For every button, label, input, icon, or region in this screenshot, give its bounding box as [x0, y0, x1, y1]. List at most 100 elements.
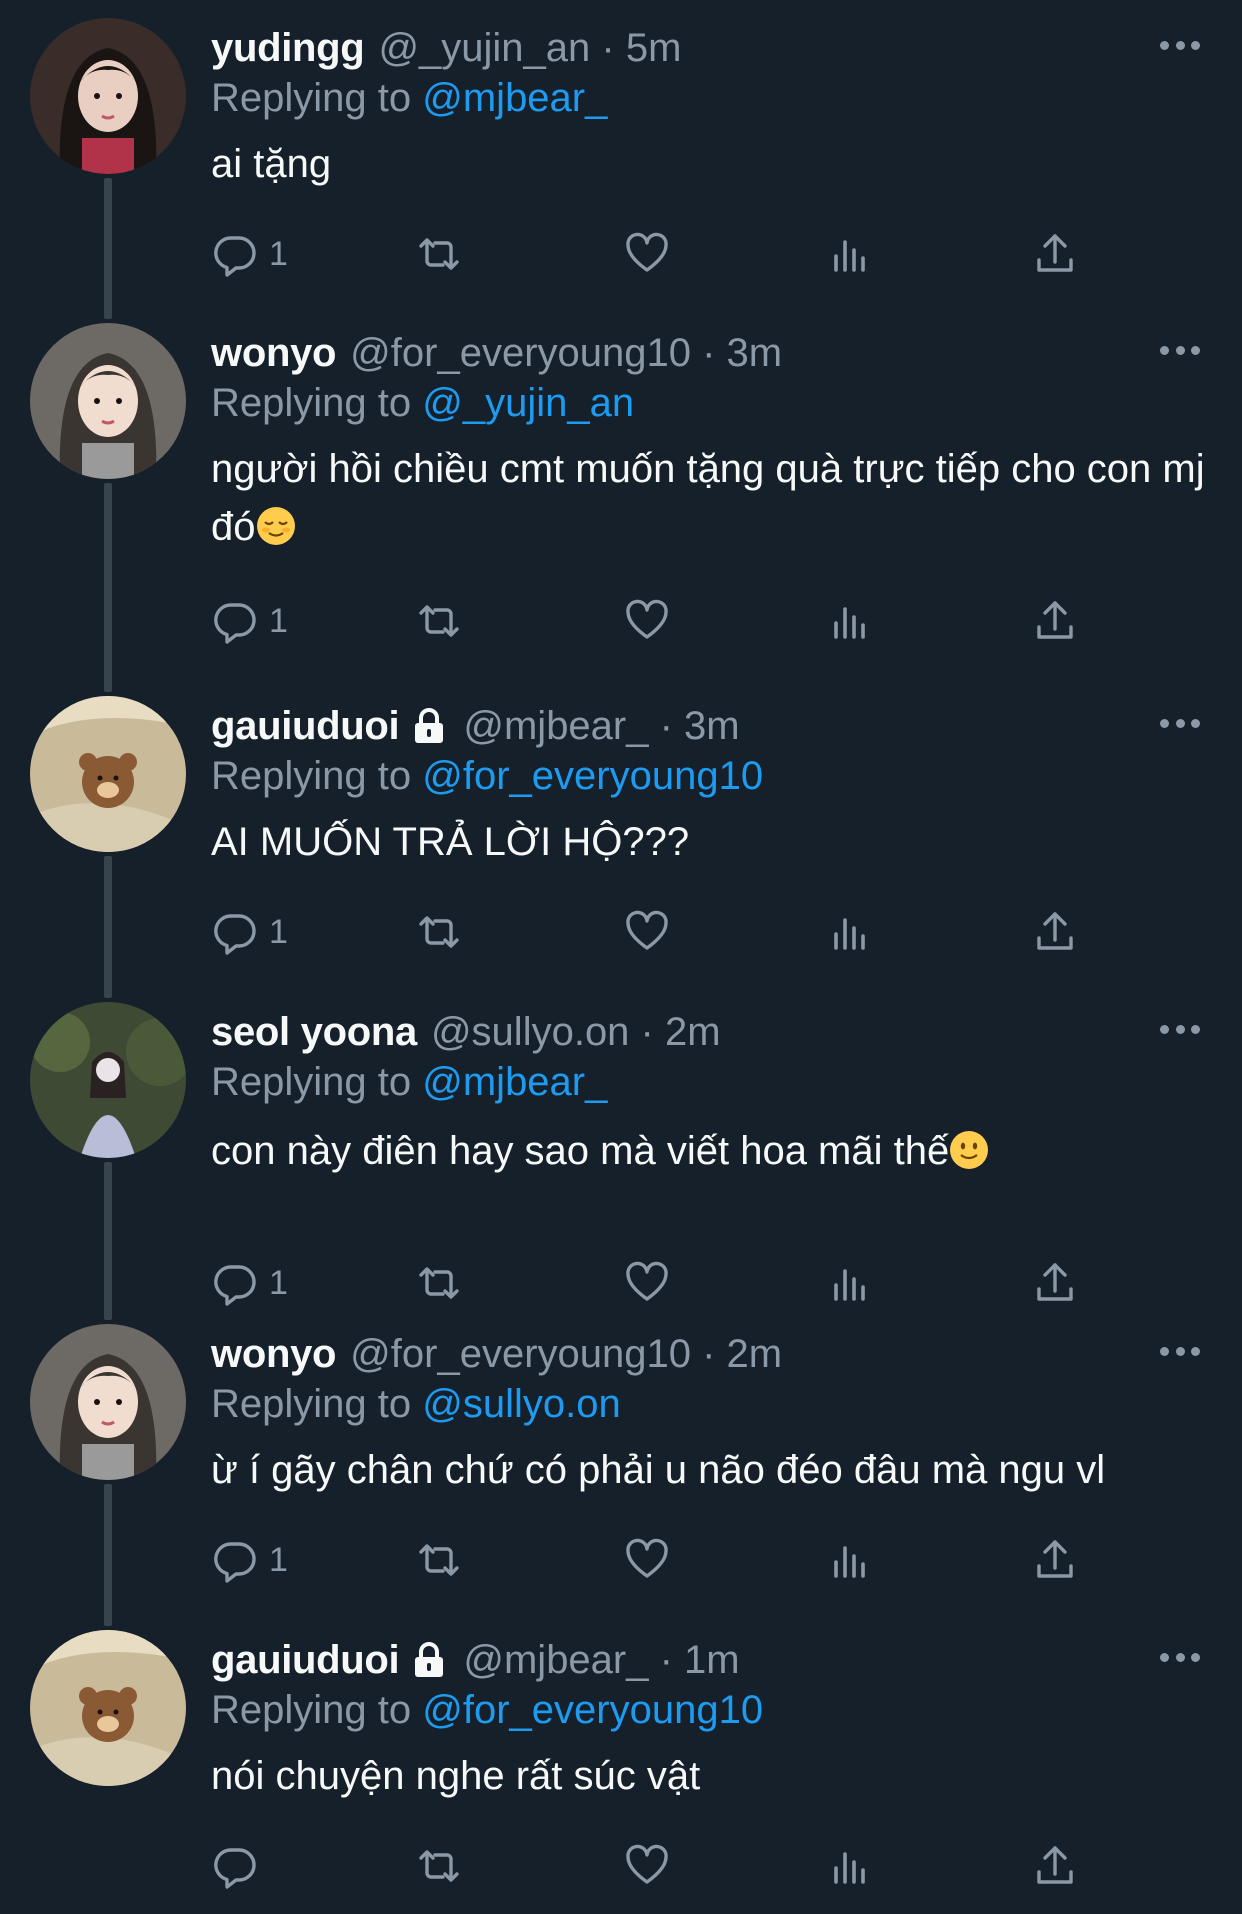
- tweet-actions: 1: [211, 904, 1111, 960]
- tweet-header: gauiuduoi @mjbear_ · 3m: [211, 700, 740, 752]
- share-button[interactable]: [1031, 1532, 1079, 1588]
- share-icon: [1031, 597, 1079, 645]
- thread-connector-line: [104, 178, 112, 319]
- views-button[interactable]: [827, 1255, 875, 1311]
- avatar[interactable]: [30, 1324, 186, 1480]
- retweet-button[interactable]: [415, 1532, 463, 1588]
- replying-to: Replying to @mjbear_: [211, 72, 607, 124]
- like-button[interactable]: [623, 1255, 671, 1311]
- display-name[interactable]: gauiuduoi: [211, 1634, 400, 1686]
- like-button[interactable]: [623, 593, 671, 649]
- mention-link[interactable]: @for_everyoung10: [422, 754, 763, 798]
- avatar[interactable]: [30, 1002, 186, 1158]
- display-name[interactable]: wonyo: [211, 1328, 336, 1380]
- avatar[interactable]: [30, 323, 186, 479]
- tweet[interactable]: wonyo @for_everyoung10 · 3m Replying to @_…: [0, 305, 1242, 692]
- share-button[interactable]: [1031, 1838, 1079, 1894]
- views-button[interactable]: [827, 904, 875, 960]
- lock-icon: [409, 1640, 449, 1680]
- reply-count: 1: [269, 1263, 288, 1302]
- tweet[interactable]: yudingg @_yujin_an · 5m Replying to @mjbea…: [0, 0, 1242, 319]
- share-icon: [1031, 1536, 1079, 1584]
- avatar[interactable]: [30, 18, 186, 174]
- retweet-button[interactable]: [415, 904, 463, 960]
- replying-to-label: Replying to: [211, 76, 412, 120]
- more-dots-icon[interactable]: [1160, 343, 1200, 357]
- reply-thread: yudingg @_yujin_an · 5m Replying to @mjbea…: [0, 0, 1242, 1914]
- handle-and-time[interactable]: @for_everyoung10 · 3m: [350, 327, 782, 379]
- tweet-header: wonyo @for_everyoung10 · 3m: [211, 327, 782, 379]
- more-dots-icon[interactable]: [1160, 1344, 1200, 1358]
- reply-bubble-icon: [211, 1842, 259, 1890]
- mention-link[interactable]: @mjbear_: [422, 1060, 607, 1104]
- more-dots-icon[interactable]: [1160, 1022, 1200, 1036]
- handle-and-time[interactable]: @mjbear_ · 1m: [463, 1634, 739, 1686]
- mention-link[interactable]: @_yujin_an: [422, 381, 634, 425]
- reply-bubble-icon: [211, 597, 259, 645]
- tweet[interactable]: wonyo @for_everyoung10 · 2m Replying to @s…: [0, 1306, 1242, 1626]
- more-dots-icon[interactable]: [1160, 716, 1200, 730]
- handle-and-time[interactable]: @sullyo.on · 2m: [431, 1006, 721, 1058]
- share-button[interactable]: [1031, 904, 1079, 960]
- replying-to: Replying to @sullyo.on: [211, 1378, 621, 1430]
- heart-icon: [623, 908, 671, 956]
- replying-to: Replying to @mjbear_: [211, 1056, 607, 1108]
- retweet-icon: [415, 1259, 463, 1307]
- handle-and-time[interactable]: @mjbear_ · 3m: [463, 700, 739, 752]
- share-button[interactable]: [1031, 1255, 1079, 1311]
- replying-to: Replying to @for_everyoung10: [211, 1684, 763, 1736]
- thread-connector-line: [104, 483, 112, 692]
- like-button[interactable]: [623, 1532, 671, 1588]
- tweet-text: con này điên hay sao mà viết hoa mãi thế: [211, 1122, 1211, 1180]
- tweet-text: AI MUỐN TRẢ LỜI HỘ???: [211, 813, 1211, 871]
- like-button[interactable]: [623, 226, 671, 282]
- thread-connector-line: [104, 1162, 112, 1320]
- thread-connector-line: [104, 856, 112, 998]
- views-chart-icon: [827, 908, 875, 956]
- tweet[interactable]: gauiuduoi @mjbear_ · 1m Replying to @for_…: [0, 1612, 1242, 1914]
- replying-to-label: Replying to: [211, 1382, 412, 1426]
- display-name[interactable]: gauiuduoi: [211, 700, 400, 752]
- share-icon: [1031, 908, 1079, 956]
- reply-button[interactable]: [211, 1838, 269, 1894]
- avatar[interactable]: [30, 696, 186, 852]
- heart-icon: [623, 1536, 671, 1584]
- retweet-button[interactable]: [415, 226, 463, 282]
- slightly-smiling-face-emoji: [949, 1130, 989, 1170]
- handle-and-time[interactable]: @_yujin_an · 5m: [378, 22, 681, 74]
- views-button[interactable]: [827, 593, 875, 649]
- tweet[interactable]: gauiuduoi @mjbear_ · 3m Replying to @for_…: [0, 678, 1242, 998]
- retweet-button[interactable]: [415, 593, 463, 649]
- reply-button[interactable]: 1: [211, 593, 288, 649]
- tweet[interactable]: seol yoona @sullyo.on · 2m Replying to @mj…: [0, 984, 1242, 1320]
- reply-bubble-icon: [211, 1536, 259, 1584]
- reply-button[interactable]: 1: [211, 1255, 288, 1311]
- display-name[interactable]: seol yoona: [211, 1006, 417, 1058]
- display-name[interactable]: wonyo: [211, 327, 336, 379]
- reply-button[interactable]: 1: [211, 1532, 288, 1588]
- avatar[interactable]: [30, 1630, 186, 1786]
- replying-to-label: Replying to: [211, 754, 412, 798]
- mention-link[interactable]: @for_everyoung10: [422, 1688, 763, 1732]
- retweet-button[interactable]: [415, 1255, 463, 1311]
- more-dots-icon[interactable]: [1160, 38, 1200, 52]
- mention-link[interactable]: @sullyo.on: [422, 1382, 620, 1426]
- share-button[interactable]: [1031, 226, 1079, 282]
- reply-button[interactable]: 1: [211, 226, 288, 282]
- tweet-text: ai tặng: [211, 135, 1211, 193]
- handle-and-time[interactable]: @for_everyoung10 · 2m: [350, 1328, 782, 1380]
- views-button[interactable]: [827, 1532, 875, 1588]
- display-name[interactable]: yudingg: [211, 22, 365, 74]
- tweet-text-content: AI MUỐN TRẢ LỜI HỘ???: [211, 820, 690, 864]
- retweet-button[interactable]: [415, 1838, 463, 1894]
- views-button[interactable]: [827, 226, 875, 282]
- more-dots-icon[interactable]: [1160, 1650, 1200, 1664]
- like-button[interactable]: [623, 904, 671, 960]
- tweet-header: seol yoona @sullyo.on · 2m: [211, 1006, 721, 1058]
- like-button[interactable]: [623, 1838, 671, 1894]
- mention-link[interactable]: @mjbear_: [422, 76, 607, 120]
- views-button[interactable]: [827, 1838, 875, 1894]
- share-button[interactable]: [1031, 593, 1079, 649]
- relieved-face-emoji: [256, 506, 296, 546]
- reply-button[interactable]: 1: [211, 904, 288, 960]
